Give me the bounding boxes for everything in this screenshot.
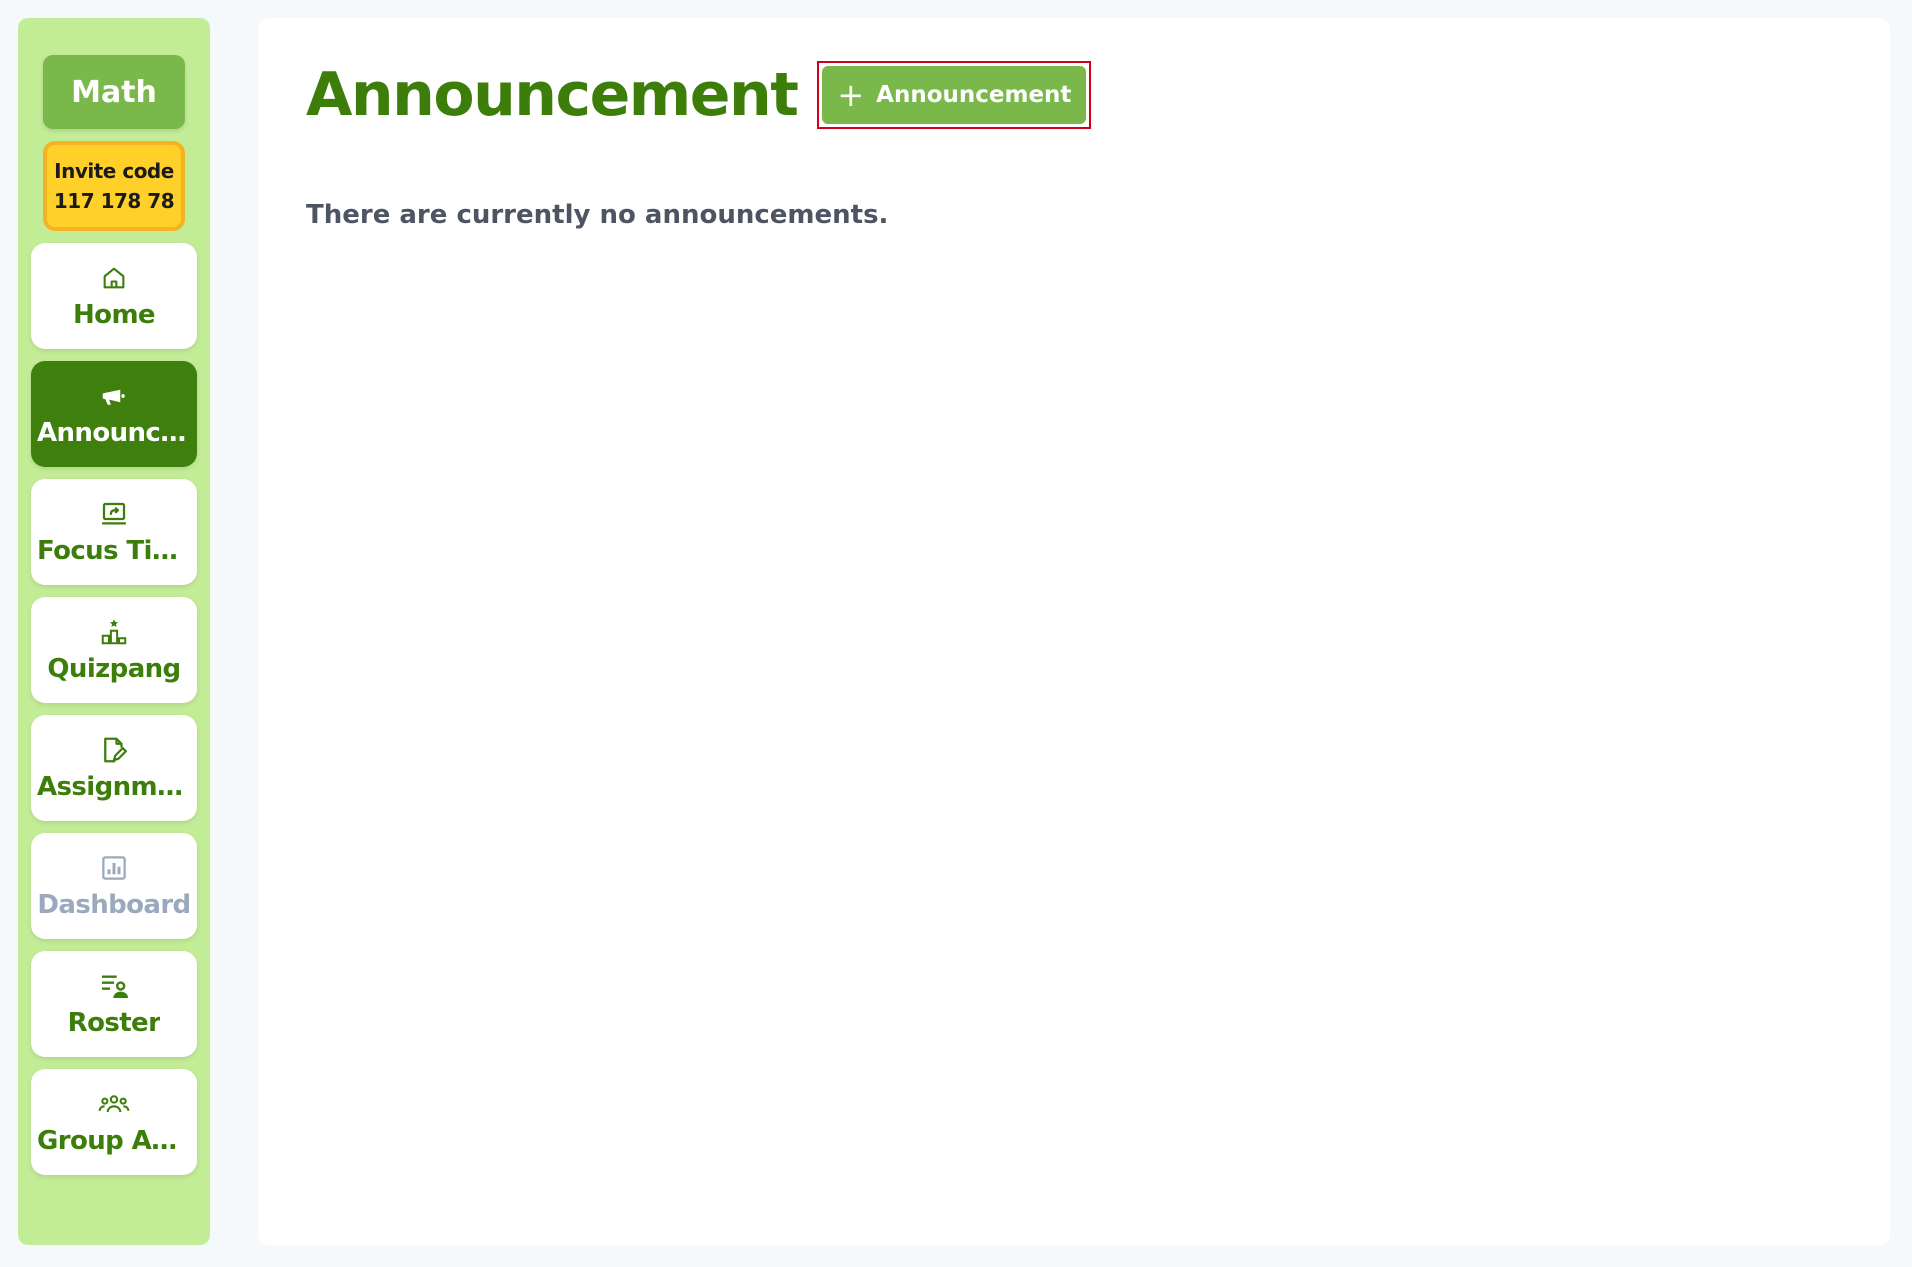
sidebar-item-group-activity[interactable]: Group Activity	[31, 1069, 197, 1175]
screen-share-icon	[98, 498, 130, 530]
roster-list-icon	[98, 970, 130, 1002]
invite-code-label: Invite code	[54, 159, 174, 183]
invite-code-value: 117 178 78	[53, 189, 175, 213]
sidebar-item-quizpang[interactable]: Quizpang	[31, 597, 197, 703]
page-header: Announcement + Announcement	[306, 60, 1092, 130]
main-content: Announcement + Announcement There are cu…	[258, 18, 1890, 1245]
sidebar-item-announcements[interactable]: Announcements	[31, 361, 197, 467]
sidebar-item-label: Assignments	[37, 772, 191, 802]
sidebar-item-label: Roster	[67, 1008, 161, 1038]
add-announcement-label: Announcement	[876, 82, 1072, 108]
class-name-badge[interactable]: Math	[43, 55, 185, 129]
sidebar: Math Invite code 117 178 78 Home Announc…	[18, 18, 210, 1245]
plus-icon: +	[837, 76, 865, 114]
add-announcement-button[interactable]: + Announcement	[822, 66, 1087, 124]
sidebar-item-label: Home	[73, 300, 155, 330]
home-icon	[98, 262, 130, 294]
invite-code-badge[interactable]: Invite code 117 178 78	[43, 141, 185, 231]
sidebar-item-label: Announcements	[37, 418, 191, 448]
add-announcement-highlight: + Announcement	[817, 61, 1092, 129]
sidebar-item-label: Quizpang	[47, 654, 181, 684]
sidebar-item-assignments[interactable]: Assignments	[31, 715, 197, 821]
bar-chart-icon	[98, 852, 130, 884]
sidebar-item-label: Focus Time	[37, 536, 191, 566]
group-people-icon	[98, 1088, 130, 1120]
sidebar-item-dashboard[interactable]: Dashboard	[31, 833, 197, 939]
sidebar-item-focus-time[interactable]: Focus Time	[31, 479, 197, 585]
podium-star-icon	[98, 616, 130, 648]
sidebar-item-label: Dashboard	[37, 890, 191, 920]
sidebar-item-label: Group Activity	[37, 1126, 191, 1156]
empty-state-message: There are currently no announcements.	[306, 200, 889, 230]
sidebar-item-home[interactable]: Home	[31, 243, 197, 349]
page-title: Announcement	[306, 60, 799, 130]
megaphone-icon	[98, 380, 130, 412]
edit-document-icon	[98, 734, 130, 766]
sidebar-item-roster[interactable]: Roster	[31, 951, 197, 1057]
